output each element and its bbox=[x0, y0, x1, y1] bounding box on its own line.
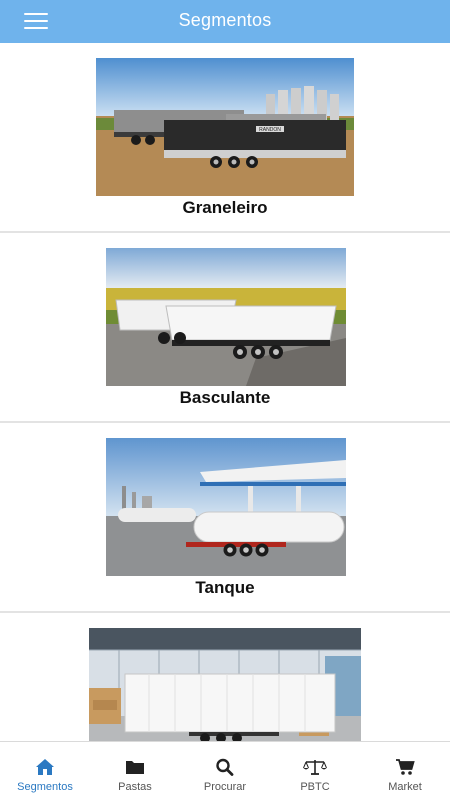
box-trailer-photo bbox=[89, 628, 361, 741]
segment-card-basculante[interactable]: Basculante bbox=[0, 233, 450, 423]
segment-card-graneleiro[interactable]: RANDON Graneleiro bbox=[0, 43, 450, 233]
bottom-tab-bar: Segmentos Pastas Procurar PBTC Market bbox=[0, 741, 450, 800]
tank-trailer-photo bbox=[106, 438, 346, 576]
trailer-brand-text: RANDON bbox=[259, 127, 281, 133]
app-header: Segmentos bbox=[0, 0, 450, 43]
grain-trailer-photo: RANDON bbox=[96, 58, 354, 196]
tab-pastas[interactable]: Pastas bbox=[90, 742, 180, 800]
tab-procurar[interactable]: Procurar bbox=[180, 742, 270, 800]
tab-segmentos[interactable]: Segmentos bbox=[0, 742, 90, 800]
tab-label: Market bbox=[388, 781, 422, 793]
cart-icon bbox=[396, 759, 415, 775]
home-icon bbox=[36, 759, 54, 775]
dump-trailer-photo bbox=[106, 248, 346, 386]
tab-label: Pastas bbox=[118, 781, 152, 793]
segment-label: Tanque bbox=[195, 578, 255, 597]
tab-market[interactable]: Market bbox=[360, 742, 450, 800]
segment-card-tanque[interactable]: Tanque bbox=[0, 423, 450, 613]
folder-icon bbox=[126, 761, 144, 774]
scale-icon bbox=[303, 760, 327, 775]
tab-label: PBTC bbox=[300, 781, 330, 793]
tab-pbtc[interactable]: PBTC bbox=[270, 742, 360, 800]
tab-label: Procurar bbox=[203, 781, 247, 793]
segment-card-bau[interactable] bbox=[0, 613, 450, 741]
segment-label: Graneleiro bbox=[182, 198, 268, 217]
segment-list[interactable]: RANDON Graneleiro Basculante Tanque bbox=[0, 43, 450, 741]
page-title: Segmentos bbox=[178, 10, 272, 30]
tab-label: Segmentos bbox=[17, 781, 73, 793]
search-icon bbox=[216, 758, 234, 776]
segment-label: Basculante bbox=[179, 388, 271, 407]
